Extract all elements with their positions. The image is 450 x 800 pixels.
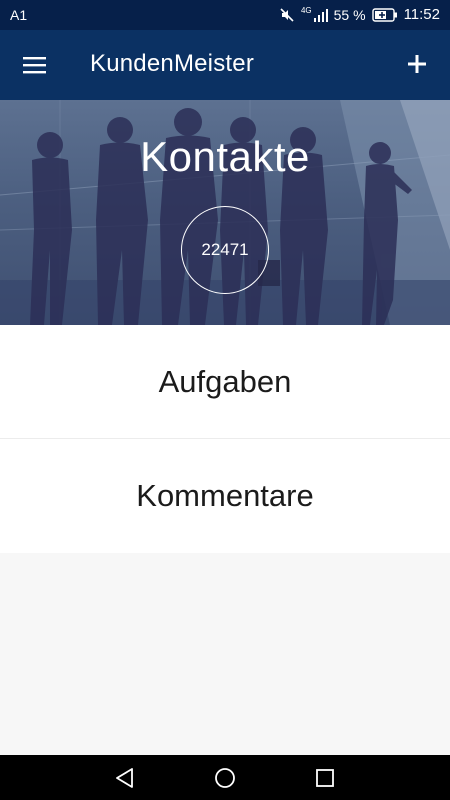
clock: 11:52: [403, 6, 440, 23]
back-icon: [116, 768, 133, 788]
add-button[interactable]: [402, 49, 432, 79]
recent-apps-button[interactable]: [313, 766, 337, 790]
home-button[interactable]: [213, 766, 237, 790]
home-icon: [215, 768, 235, 788]
signal-icon: [313, 8, 328, 22]
navigation-bar: [0, 755, 450, 800]
back-button[interactable]: [113, 766, 137, 790]
hamburger-menu-icon: [23, 57, 46, 74]
mute-icon: [280, 7, 294, 22]
carrier-label: A1: [10, 7, 28, 23]
app-bar: KundenMeister: [0, 30, 450, 100]
contacts-count: 22471: [201, 240, 249, 259]
status-bar: A1 4G 55 % 11:52: [0, 0, 450, 30]
contacts-count-badge: 22471: [181, 206, 269, 294]
contacts-title: Kontakte: [140, 133, 310, 180]
network-type-label: 4G: [300, 6, 312, 15]
tasks-label: Aufgaben: [158, 363, 292, 399]
app-title: KundenMeister: [90, 50, 255, 77]
tasks-row[interactable]: Aufgaben: [0, 325, 450, 439]
battery-percent: 55 %: [333, 6, 366, 23]
battery-charging-icon: [371, 7, 397, 22]
recent-apps-icon: [316, 769, 334, 787]
status-icons: 4G 55 % 11:52: [279, 6, 440, 23]
comments-label: Kommentare: [136, 478, 314, 513]
hamburger-menu-button[interactable]: [20, 51, 50, 79]
comments-row[interactable]: Kommentare: [0, 439, 450, 553]
plus-icon: [408, 55, 426, 73]
contacts-hero-card[interactable]: Kontakte 22471: [0, 100, 450, 325]
